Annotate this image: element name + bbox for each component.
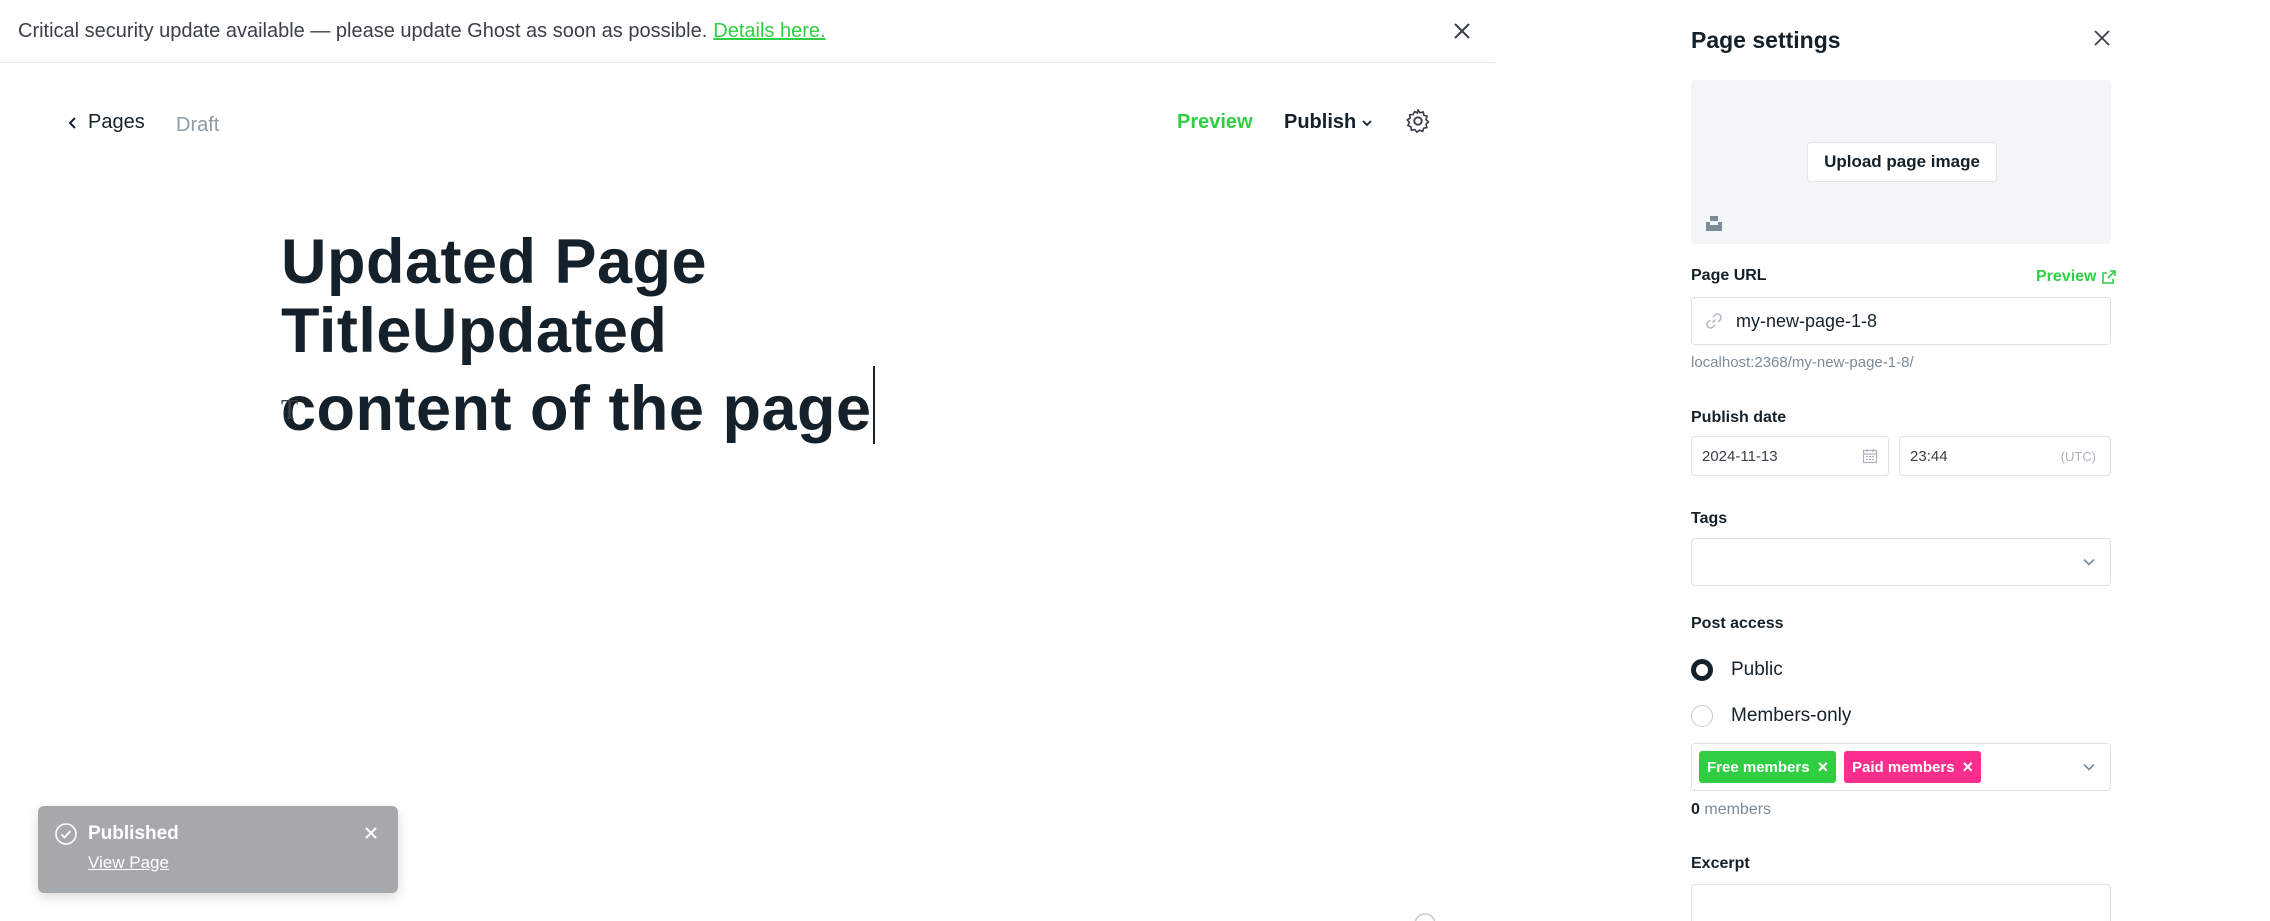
chip-paid-members[interactable]: Paid members × — [1844, 751, 1982, 783]
title-line-2: content of the page — [281, 366, 1101, 444]
word-count-hint — [1335, 910, 1445, 921]
panel-title: Page settings — [1691, 27, 1841, 53]
calendar-icon — [1862, 449, 1878, 464]
link-icon — [1706, 313, 1722, 329]
access-option-label: Members-only — [1731, 705, 1852, 726]
page-settings-panel: Page settings Upload page image Page URL… — [1664, 0, 2270, 921]
radio-selected[interactable] — [1691, 659, 1713, 681]
access-option-label: Public — [1731, 659, 1783, 680]
url-preview-link[interactable]: Preview — [2036, 268, 2117, 286]
page-title-editor[interactable]: Updated Page TitleUpdated content of the… — [281, 228, 1101, 444]
title-line-2-text: content of the page — [281, 374, 872, 444]
members-count: 0 members — [1691, 801, 1771, 819]
timezone-label: (UTC) — [2060, 448, 2096, 464]
upload-page-image-button[interactable]: Upload page image — [1807, 142, 1997, 182]
status-label: Draft — [176, 114, 220, 136]
body-editor[interactable]: T — [281, 395, 298, 427]
view-page-link[interactable]: View Page — [88, 853, 169, 873]
page-url-label: Page URL — [1691, 267, 1767, 284]
access-option-members-only[interactable]: Members-only — [1691, 705, 1851, 727]
unsplash-icon[interactable] — [1705, 214, 1723, 232]
tags-label: Tags — [1691, 510, 1728, 527]
title-line-1: Updated Page TitleUpdated — [281, 227, 708, 366]
excerpt-textarea[interactable] — [1691, 884, 2111, 921]
excerpt-label: Excerpt — [1691, 855, 1750, 872]
remove-icon[interactable]: × — [1963, 757, 1974, 778]
text-caret — [872, 366, 875, 444]
members-count-suffix: members — [1704, 801, 1772, 818]
page-url-hint: localhost:2368/my-new-page-1-8/ — [1691, 354, 1914, 371]
page-url-value: my-new-page-1-8 — [1736, 310, 1878, 331]
url-preview-label: Preview — [2036, 268, 2097, 285]
close-icon[interactable] — [1447, 16, 1477, 46]
radio-unselected[interactable] — [1691, 705, 1713, 727]
tags-select[interactable] — [1691, 538, 2111, 586]
chip-label: Paid members — [1852, 758, 1955, 776]
page-url-input[interactable]: my-new-page-1-8 — [1691, 297, 2111, 345]
security-banner: Critical security update available — ple… — [0, 0, 1495, 63]
publish-label: Publish — [1284, 111, 1357, 133]
check-circle-icon — [55, 823, 77, 845]
banner-message: Critical security update available — ple… — [18, 19, 708, 42]
chip-label: Free members — [1707, 758, 1810, 776]
toast-title: Published — [88, 823, 179, 844]
banner-details-link[interactable]: Details here. — [713, 20, 825, 43]
access-option-public[interactable]: Public — [1691, 659, 1783, 681]
chevron-down-icon — [2083, 763, 2095, 771]
members-segment-select[interactable]: Free members × Paid members × — [1691, 743, 2111, 791]
published-toast: Published View Page — [38, 806, 398, 893]
chip-free-members[interactable]: Free members × — [1699, 751, 1837, 783]
publish-time-value: 23:44 — [1910, 447, 1948, 465]
back-to-pages-link[interactable]: Pages — [68, 111, 145, 134]
back-label: Pages — [88, 111, 145, 133]
editor-header: Pages Draft Preview Publish — [0, 63, 1495, 187]
remove-icon[interactable]: × — [1818, 757, 1829, 778]
post-access-label: Post access — [1691, 615, 1784, 632]
publish-date-value: 2024-11-13 — [1702, 447, 1778, 465]
preview-button[interactable]: Preview — [1177, 111, 1253, 134]
chevron-left-icon — [68, 116, 76, 129]
publish-date-label: Publish date — [1691, 409, 1787, 426]
publish-button[interactable]: Publish — [1284, 111, 1373, 134]
external-link-icon — [2102, 270, 2117, 284]
close-icon[interactable] — [362, 824, 380, 842]
feature-image-dropzone[interactable]: Upload page image — [1691, 80, 2111, 244]
chevron-down-icon — [2083, 558, 2095, 566]
app-root: Critical security update available — ple… — [0, 0, 2270, 921]
chevron-down-icon — [1362, 119, 1372, 126]
close-icon[interactable] — [2091, 27, 2113, 49]
publish-date-input[interactable]: 2024-11-13 — [1691, 436, 1889, 476]
members-count-value: 0 — [1691, 801, 1700, 818]
help-icon[interactable] — [1335, 910, 1445, 921]
settings-gear-icon[interactable] — [1404, 107, 1432, 135]
publish-time-input[interactable]: 23:44 (UTC) — [1899, 436, 2111, 476]
